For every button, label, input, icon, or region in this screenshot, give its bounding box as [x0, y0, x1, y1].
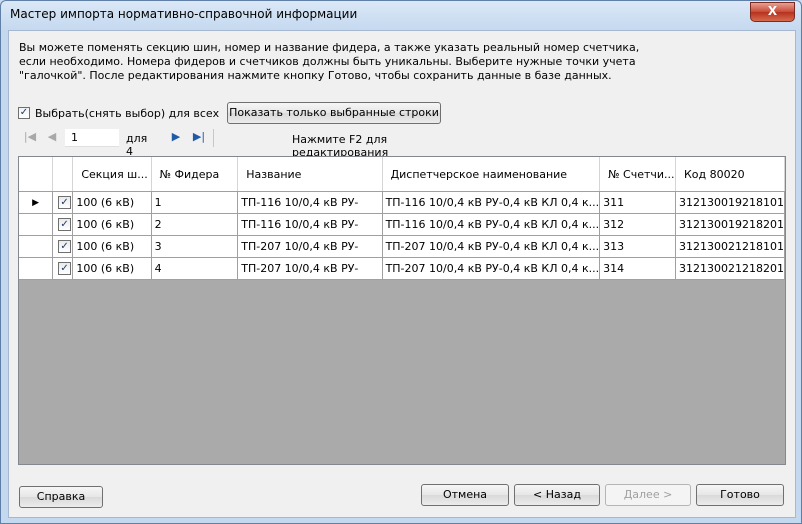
row-select-checkbox[interactable]: ✓: [58, 262, 72, 275]
cell-dispatch-name[interactable]: ТП-207 10/0,4 кВ РУ-0,4 кВ КЛ 0,4 к...: [382, 257, 601, 280]
table-row[interactable]: ▶ ✓ 100 (6 кВ) 1 ТП-116 10/0,4 кВ РУ- ТП-116 …: [19, 191, 785, 214]
table-row[interactable]: ✓ 100 (6 кВ) 2 ТП-116 10/0,4 кВ РУ- ТП-116 1…: [19, 213, 785, 236]
row-header[interactable]: ▶: [19, 191, 54, 214]
instructions-line-1: Вы можете поменять секцию шин, номер и н…: [19, 41, 640, 54]
cancel-button[interactable]: Отмена: [421, 484, 509, 506]
cell-code-80020[interactable]: 312130021218101: [675, 235, 785, 258]
next-button[interactable]: Далее >: [605, 484, 691, 506]
column-header-meter[interactable]: № Счетчи...: [599, 157, 676, 192]
show-selected-only-button[interactable]: Показать только выбранные строки: [227, 102, 441, 124]
cell-dispatch-name[interactable]: ТП-116 10/0,4 кВ РУ-0,4 кВ КЛ 0,4 к...: [382, 191, 601, 214]
row-select-cell[interactable]: ✓: [52, 257, 74, 280]
cell-feeder[interactable]: 4: [151, 257, 239, 280]
cell-section[interactable]: 100 (6 кВ): [72, 213, 152, 236]
column-header-code-80020[interactable]: Код 80020: [675, 157, 785, 192]
row-select-cell[interactable]: ✓: [52, 191, 74, 214]
column-header-name[interactable]: Название: [237, 157, 383, 192]
wizard-window: Мастер импорта нормативно-справочной инф…: [0, 0, 802, 524]
column-header-feeder[interactable]: № Фидера: [151, 157, 239, 192]
prev-page-icon[interactable]: ◀: [45, 129, 59, 145]
row-header[interactable]: [19, 213, 54, 236]
close-icon: X: [767, 4, 778, 18]
column-header-dispatch-name[interactable]: Диспетчерское наименование: [382, 157, 601, 192]
cell-feeder[interactable]: 1: [151, 191, 239, 214]
checkmark-icon: ✓: [19, 107, 29, 118]
wizard-content: Вы можете поменять секцию шин, номер и н…: [8, 30, 796, 518]
cell-feeder[interactable]: 3: [151, 235, 239, 258]
help-button[interactable]: Справка: [19, 486, 103, 508]
cell-name[interactable]: ТП-207 10/0,4 кВ РУ-: [237, 257, 383, 280]
cell-name[interactable]: ТП-116 10/0,4 кВ РУ-: [237, 191, 383, 214]
cell-meter[interactable]: 313: [599, 235, 676, 258]
cell-feeder[interactable]: 2: [151, 213, 239, 236]
cell-name[interactable]: ТП-207 10/0,4 кВ РУ-: [237, 235, 383, 258]
cell-dispatch-name[interactable]: ТП-116 10/0,4 кВ РУ-0,4 кВ КЛ 0,4 к...: [382, 213, 601, 236]
table-row[interactable]: ✓ 100 (6 кВ) 3 ТП-207 10/0,4 кВ РУ- ТП-207 1…: [19, 235, 785, 258]
row-header[interactable]: [19, 235, 54, 258]
cell-code-80020[interactable]: 312130021218201: [675, 257, 785, 280]
current-row-indicator-icon: ▶: [32, 197, 39, 208]
cell-dispatch-name[interactable]: ТП-207 10/0,4 кВ РУ-0,4 кВ КЛ 0,4 к...: [382, 235, 601, 258]
grid-header-row: Секция ш... № Фидера Название Диспетчерс…: [19, 157, 785, 192]
table-row[interactable]: ✓ 100 (6 кВ) 4 ТП-207 10/0,4 кВ РУ- ТП-207 1…: [19, 257, 785, 280]
page-number-input[interactable]: 1: [65, 129, 119, 147]
cell-section[interactable]: 100 (6 кВ): [72, 235, 152, 258]
cell-meter[interactable]: 311: [599, 191, 676, 214]
row-select-cell[interactable]: ✓: [52, 213, 74, 236]
row-select-checkbox[interactable]: ✓: [58, 240, 72, 253]
row-header[interactable]: [19, 257, 54, 280]
last-page-icon[interactable]: ▶|: [192, 129, 206, 145]
row-select-cell[interactable]: ✓: [52, 235, 74, 258]
select-all-label[interactable]: Выбрать(снять выбор) для всех: [35, 107, 219, 120]
row-select-checkbox[interactable]: ✓: [58, 218, 72, 231]
instructions-line-3: "галочкой". После редактирования нажмите…: [19, 69, 612, 82]
first-page-icon[interactable]: |◀: [23, 129, 37, 145]
cell-code-80020[interactable]: 312130019218101: [675, 191, 785, 214]
cell-code-80020[interactable]: 312130019218201: [675, 213, 785, 236]
column-header-select[interactable]: [52, 157, 74, 192]
finish-button[interactable]: Готово: [696, 484, 784, 506]
cell-meter[interactable]: 314: [599, 257, 676, 280]
window-title: Мастер импорта нормативно-справочной инф…: [10, 7, 358, 21]
back-button[interactable]: < Назад: [514, 484, 600, 506]
row-select-checkbox[interactable]: ✓: [58, 196, 72, 209]
instructions-text: Вы можете поменять секцию шин, номер и н…: [19, 41, 779, 83]
cell-section[interactable]: 100 (6 кВ): [72, 191, 152, 214]
next-page-icon[interactable]: ▶: [169, 129, 183, 145]
toolbar-separator: [213, 129, 214, 147]
cell-meter[interactable]: 312: [599, 213, 676, 236]
data-grid[interactable]: Секция ш... № Фидера Название Диспетчерс…: [18, 156, 786, 465]
column-header-section[interactable]: Секция ш...: [72, 157, 152, 192]
instructions-line-2: если необходимо. Номера фидеров и счетчи…: [19, 55, 636, 68]
title-bar[interactable]: Мастер импорта нормативно-справочной инф…: [1, 1, 801, 29]
close-button[interactable]: X: [750, 2, 795, 22]
cell-name[interactable]: ТП-116 10/0,4 кВ РУ-: [237, 213, 383, 236]
grid-table: Секция ш... № Фидера Название Диспетчерс…: [19, 157, 785, 280]
select-all-checkbox[interactable]: ✓: [18, 107, 30, 119]
page-count-label: для 4: [126, 132, 148, 158]
cell-section[interactable]: 100 (6 кВ): [72, 257, 152, 280]
row-header-corner: [19, 157, 54, 192]
